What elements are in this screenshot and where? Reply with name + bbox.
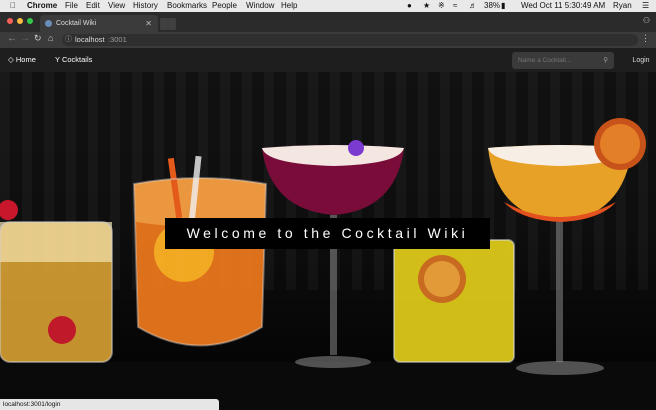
back-icon[interactable]: ← xyxy=(7,33,17,44)
bluetooth-icon[interactable]: ※ xyxy=(438,0,445,12)
wifi-icon[interactable]: ≈ xyxy=(453,0,457,12)
favicon-icon xyxy=(45,20,52,27)
volume-icon[interactable]: ♬ xyxy=(469,0,477,12)
menu-help[interactable]: Help xyxy=(281,0,297,12)
tab-cocktail-wiki[interactable]: Cocktail Wiki ✕ xyxy=(40,15,158,32)
menu-view[interactable]: View xyxy=(108,0,125,12)
apple-icon[interactable]:  xyxy=(10,0,16,12)
app-menu[interactable]: Chrome xyxy=(27,0,57,12)
search-icon[interactable]: ⚲ xyxy=(603,52,608,69)
reload-icon[interactable]: ↻ xyxy=(34,33,42,44)
cocktail-glass-3 xyxy=(262,140,404,368)
maximize-window-icon[interactable] xyxy=(27,18,33,24)
search-input[interactable] xyxy=(518,55,598,66)
chrome-menu-icon[interactable]: ⋮ xyxy=(641,33,650,44)
nav-cocktails-link[interactable]: Y Cocktails xyxy=(55,54,92,66)
battery-icon[interactable]: ▮ xyxy=(501,0,505,12)
diamond-icon: ◇ xyxy=(8,55,14,64)
status-icon[interactable]: ● xyxy=(407,0,412,12)
tab-title: Cocktail Wiki xyxy=(56,20,97,27)
menu-people[interactable]: People xyxy=(212,0,237,12)
new-tab-button[interactable] xyxy=(160,18,176,30)
close-window-icon[interactable] xyxy=(7,18,13,24)
login-button[interactable]: Login xyxy=(626,52,656,69)
info-icon[interactable]: ⓘ xyxy=(65,34,72,46)
home-icon[interactable]: ⌂ xyxy=(48,33,53,43)
url-port: :3001 xyxy=(108,35,127,44)
nav-cocktails-label: Cocktails xyxy=(61,55,93,64)
cocktail-glass-icon: Y xyxy=(55,55,60,64)
cocktail-glass-2 xyxy=(132,155,268,347)
menu-window[interactable]: Window xyxy=(246,0,274,12)
star-icon[interactable]: ★ xyxy=(423,0,430,12)
cocktail-glass-1 xyxy=(0,200,113,363)
macos-menubar:  Chrome File Edit View History Bookmark… xyxy=(0,0,656,12)
close-tab-icon[interactable]: ✕ xyxy=(145,15,152,32)
nav-home-label: Home xyxy=(15,55,36,64)
forward-icon[interactable]: → xyxy=(20,33,30,44)
address-bar[interactable]: ⓘ localhost :3001 xyxy=(62,34,638,46)
cocktail-search[interactable]: ⚲ xyxy=(512,52,614,69)
profile-icon[interactable]: ⚇ xyxy=(643,16,650,25)
menubar-clock[interactable]: Wed Oct 11 5:30:49 AM xyxy=(521,0,605,12)
menu-list-icon[interactable]: ☰ xyxy=(642,0,649,12)
menu-bookmarks[interactable]: Bookmarks xyxy=(167,0,207,12)
cocktail-glass-4 xyxy=(393,239,515,363)
url-host: localhost xyxy=(75,35,105,44)
menu-history[interactable]: History xyxy=(133,0,158,12)
battery-label[interactable]: 38% xyxy=(484,0,500,12)
minimize-window-icon[interactable] xyxy=(17,18,23,24)
menubar-user[interactable]: Ryan xyxy=(613,0,632,12)
menu-edit[interactable]: Edit xyxy=(86,0,100,12)
hero-title: Welcome to the Cocktail Wiki xyxy=(165,218,490,249)
status-bar-url: localhost:3001/login xyxy=(0,399,219,410)
menu-file[interactable]: File xyxy=(65,0,78,12)
nav-home-link[interactable]: ◇ Home xyxy=(8,54,36,66)
